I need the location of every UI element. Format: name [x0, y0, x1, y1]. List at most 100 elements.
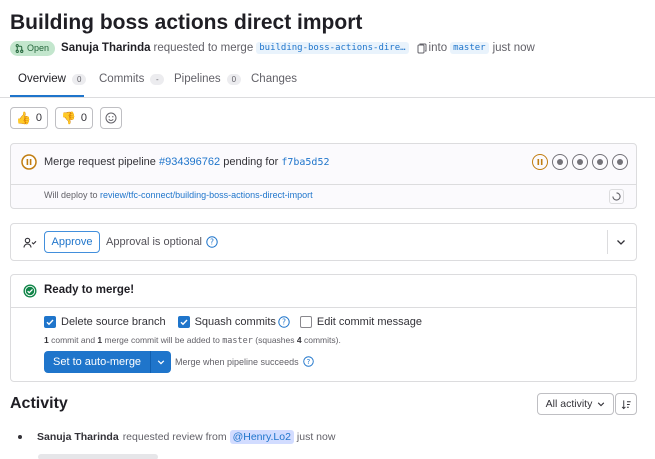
stage-created-icon[interactable] — [612, 154, 628, 170]
merge-when-label: Merge when pipeline succeeds — [175, 356, 299, 367]
activity-filter-dropdown[interactable]: All activity — [537, 393, 614, 415]
approvers-icon — [23, 237, 37, 248]
pipeline-status-text: pending for — [223, 156, 279, 168]
ready-to-merge-text: Ready to merge! — [44, 284, 135, 296]
target-branch[interactable]: master — [450, 42, 489, 54]
source-branch[interactable]: building-boss-actions-dire… — [256, 42, 409, 54]
into-text: into — [428, 42, 448, 54]
tab-count: 0 — [71, 73, 87, 85]
tab-pipelines[interactable]: Pipelines 0 — [174, 73, 242, 85]
stage-created-icon[interactable] — [592, 154, 608, 170]
smiley-icon — [105, 112, 117, 124]
summary-text: commits). — [303, 335, 341, 345]
pipeline-status-row: Merge request pipeline #934396762 pendin… — [21, 154, 330, 170]
tab-commits[interactable]: Commits - — [99, 73, 165, 85]
merge-options-dropdown[interactable] — [151, 351, 171, 373]
stage-created-icon[interactable] — [552, 154, 568, 170]
squash-commits-label[interactable]: Squash commits — [195, 316, 276, 328]
question-icon[interactable]: ? — [206, 236, 218, 248]
pipeline-widget: Merge request pipeline #934396762 pendin… — [10, 143, 637, 209]
pipeline-prefix: Merge request pipeline — [44, 156, 156, 168]
activity-note-partial — [38, 452, 258, 459]
set-to-auto-merge-button[interactable]: Set to auto-merge — [44, 351, 152, 373]
activity-filter-label: All activity — [545, 398, 593, 410]
timeline-dot — [18, 435, 22, 439]
deploy-prefix: Will deploy to — [44, 190, 98, 200]
squash-commits-checkbox[interactable] — [177, 316, 190, 328]
thumbs-up-count: 0 — [35, 112, 43, 124]
merge-options: Delete source branch Squash commits ? Ed… — [44, 316, 422, 328]
stage-pending-icon[interactable] — [532, 154, 548, 170]
environment-status-icon — [609, 189, 624, 204]
edit-commit-message-label[interactable]: Edit commit message — [317, 316, 422, 328]
mr-tabs: Overview 0 Commits - Pipelines 0 Changes — [0, 64, 655, 98]
thumbs-down-button[interactable]: 👎 0 — [55, 107, 93, 129]
merge-request-icon — [15, 43, 24, 53]
thumbs-down-count: 0 — [80, 112, 88, 124]
chevron-down-icon — [598, 402, 605, 407]
add-reaction-button[interactable] — [100, 107, 122, 129]
copy-icon[interactable] — [417, 43, 427, 54]
note-author-link[interactable]: Sanuja Tharinda — [37, 431, 119, 443]
approval-status: Approval is optional ? — [106, 236, 218, 248]
environment-link[interactable]: review/tfc-connect/building-boss-actions… — [100, 190, 313, 200]
target-branch-name: master — [222, 336, 253, 346]
summary-text: merge commit will be added to — [104, 335, 220, 345]
merge-widget: Ready to merge! Delete source branch Squ… — [10, 274, 637, 382]
thumbs-up-icon: 👍 — [15, 111, 31, 125]
deploy-row: Will deploy to review/tfc-connect/buildi… — [44, 190, 313, 200]
mr-meta: Open Sanuja Tharinda requested to merge … — [10, 40, 535, 56]
tab-count: 0 — [226, 73, 242, 85]
author-link[interactable]: Sanuja Tharinda — [61, 42, 150, 54]
merge-strategy-text: Merge when pipeline succeeds ? — [175, 356, 314, 367]
delete-source-branch-label[interactable]: Delete source branch — [61, 316, 166, 328]
requested-text: requested to merge — [153, 42, 254, 54]
thumbs-up-button[interactable]: 👍 0 — [10, 107, 48, 129]
question-icon[interactable]: ? — [278, 316, 290, 328]
user-mention-link[interactable]: @Henry.Lo2 — [229, 430, 294, 444]
pipeline-stages — [532, 154, 628, 170]
pipeline-id-link[interactable]: #934396762 — [159, 156, 220, 168]
created-time: just now — [492, 42, 535, 54]
approval-widget: Approve Approval is optional ? — [10, 223, 637, 261]
delete-source-branch-checkbox[interactable] — [44, 316, 56, 328]
active-tab-indicator — [10, 95, 84, 97]
sort-icon — [621, 399, 631, 409]
tab-label: Changes — [251, 73, 298, 85]
squash-count: 4 — [296, 335, 302, 345]
sort-direction-button[interactable] — [615, 393, 637, 415]
svg-text:?: ? — [282, 318, 286, 327]
tab-changes[interactable]: Changes — [251, 73, 297, 85]
question-icon[interactable]: ? — [302, 356, 314, 367]
summary-text: (squashes — [255, 335, 295, 345]
merge-summary: 1 commit and 1 merge commit will be adde… — [44, 335, 341, 346]
pipeline-pending-icon[interactable] — [21, 154, 37, 170]
summary-text: commit and — [51, 335, 96, 345]
divider — [11, 307, 636, 308]
auto-merge-button-group: Set to auto-merge — [44, 351, 172, 373]
approval-text: Approval is optional — [106, 236, 203, 248]
note-time: just now — [296, 431, 336, 443]
tab-label: Commits — [99, 73, 145, 85]
page-title: Building boss actions direct import — [10, 11, 363, 34]
divider — [11, 184, 636, 185]
commit-sha-link[interactable]: f7ba5d52 — [281, 157, 329, 168]
commit-count: 1 — [44, 335, 49, 345]
approve-button[interactable]: Approve — [44, 231, 100, 253]
success-icon — [23, 284, 37, 298]
tab-label: Overview — [18, 73, 66, 85]
merge-commit-count: 1 — [97, 335, 103, 345]
chevron-down-icon — [157, 360, 165, 365]
edit-commit-message-checkbox[interactable] — [299, 316, 312, 328]
chevron-down-icon[interactable] — [616, 237, 626, 247]
thumbs-down-icon: 👎 — [60, 111, 76, 125]
svg-text:?: ? — [210, 238, 214, 247]
tab-overview[interactable]: Overview 0 — [18, 73, 87, 85]
divider — [607, 230, 608, 254]
status-label: Open — [27, 43, 50, 53]
truncated-row-placeholder — [38, 454, 158, 459]
svg-text:?: ? — [306, 358, 310, 366]
status-badge: Open — [10, 40, 56, 56]
stage-created-icon[interactable] — [572, 154, 588, 170]
activity-heading: Activity — [10, 395, 68, 412]
